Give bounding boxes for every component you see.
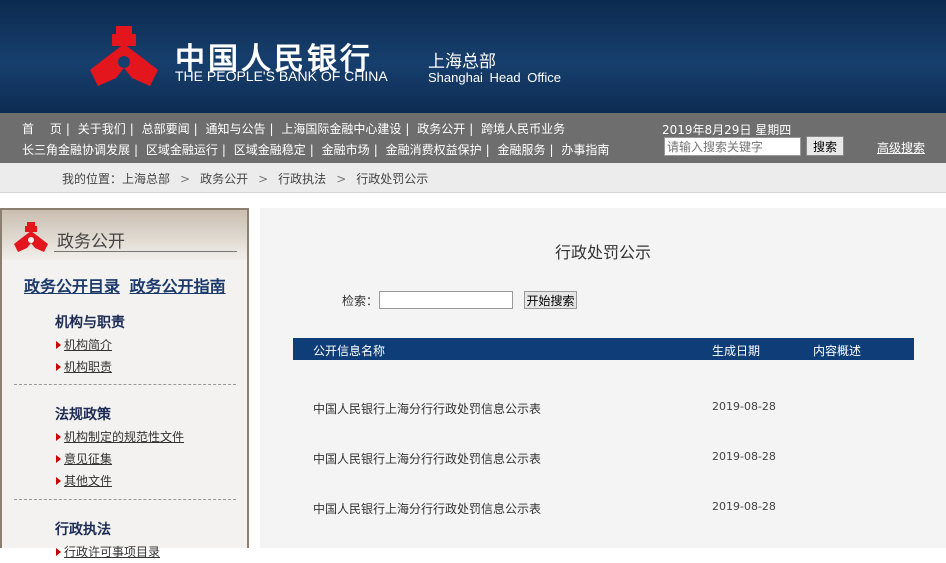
nav-news[interactable]: 总部要闻 [142,122,190,136]
breadcrumb-item[interactable]: 行政执法 [278,172,326,186]
page-title: 行政处罚公示 [554,243,651,262]
nav-services[interactable]: 金融服务 [497,143,545,157]
sidebar-item[interactable]: 其他文件 [55,470,184,492]
sidebar-section: 法规政策 机构制定的规范性文件 意见征集 其他文件 [55,404,184,492]
sidebar-section: 机构与职责 机构简介 机构职责 [55,312,125,378]
sidebar-item[interactable]: 行政许可事项目录 [55,541,160,563]
search-label: 检索： [342,294,379,308]
breadcrumb-item[interactable]: 政务公开 [200,172,248,186]
nav-regional-operation[interactable]: 区域金融运行 [146,143,218,157]
search-input[interactable] [664,137,801,156]
sidebar-item[interactable]: 意见征集 [55,448,184,470]
sidebar-item[interactable]: 机构简介 [55,334,125,356]
sidebar-title: 政务公开 [57,232,125,252]
row-title-link[interactable]: 中国人民银行上海分行行政处罚信息公示表 [313,502,541,516]
nav-home[interactable]: 首 页 [22,122,62,136]
table-row: 中国人民银行上海分行行政处罚信息公示表 2019-08-28 [313,400,776,416]
sidebar-item[interactable]: 机构制定的规范性文件 [55,426,184,448]
sidebar: 政务公开 政务公开目录 政务公开指南 机构与职责 机构简介 机构职责 法规政策 … [0,208,249,559]
nav-consumer-protection[interactable]: 金融消费权益保护 [386,143,482,157]
breadcrumb-item[interactable]: 上海总部 [122,172,170,186]
sidebar-top-links: 政务公开目录 政务公开指南 [24,273,230,297]
nav-yangtze-delta[interactable]: 长三角金融协调发展 [22,143,130,157]
branch-name-en: Shanghai Head Office [428,70,561,85]
nav-guide[interactable]: 办事指南 [561,143,609,157]
advanced-search-link[interactable]: 高级搜索 [877,139,925,156]
breadcrumb-prefix: 我的位置： [62,172,123,186]
breadcrumb: 我的位置：上海总部 > 政务公开 > 行政执法 > 行政处罚公示 [0,163,946,193]
breadcrumb-item[interactable]: 行政处罚公示 [356,172,428,186]
nav-regional-stability[interactable]: 区域金融稳定 [234,143,306,157]
start-search-button[interactable]: 开始搜索 [524,291,577,309]
gov-catalog-link[interactable]: 政务公开目录 [24,277,120,296]
site-header: 中国人民银行 THE PEOPLE'S BANK OF CHINA 上海总部 S… [0,0,946,113]
nav-row-1: 首 页 | 关于我们 | 总部要闻 | 通知与公告 | 上海国际金融中心建设 | 政务公开… [22,122,566,136]
nav-cross-border-rmb[interactable]: 跨境人民币业务 [481,122,565,136]
nav-about[interactable]: 关于我们 [78,122,126,136]
table-row: 中国人民银行上海分行行政处罚信息公示表 2019-08-28 [313,450,776,466]
search-button[interactable]: 搜索 [806,136,844,156]
sidebar-section: 行政执法 行政许可事项目录 [55,519,160,563]
pboc-logo-icon [90,26,158,86]
bank-name-en: THE PEOPLE'S BANK OF CHINA [175,68,388,84]
row-title-link[interactable]: 中国人民银行上海分行行政处罚信息公示表 [313,402,541,416]
sidebar-item[interactable]: 机构职责 [55,356,125,378]
row-title-link[interactable]: 中国人民银行上海分行行政处罚信息公示表 [313,452,541,466]
nav-notices[interactable]: 通知与公告 [205,122,265,136]
main-content: 行政处罚公示 检索： 开始搜索 公开信息名称 生成日期 内容概述 中国人民银行上… [260,208,946,548]
nav-markets[interactable]: 金融市场 [322,143,370,157]
table-row: 中国人民银行上海分行行政处罚信息公示表 2019-08-28 [313,500,776,516]
nav-financial-center[interactable]: 上海国际金融中心建设 [281,122,401,136]
table-header: 公开信息名称 生成日期 内容概述 [293,338,914,360]
keyword-input[interactable] [379,291,513,309]
branch-name-cn: 上海总部 [428,52,496,72]
nav-gov-affairs[interactable]: 政务公开 [417,122,465,136]
main-nav: 首 页 | 关于我们 | 总部要闻 | 通知与公告 | 上海国际金融中心建设 | 政务公开… [0,113,946,163]
current-date: 2019年8月29日 星期四 [662,123,792,137]
gov-guide-link[interactable]: 政务公开指南 [130,277,226,296]
nav-row-2: 长三角金融协调发展 | 区域金融运行 | 区域金融稳定 | 金融市场 | 金融消费权益保… [22,143,610,157]
pboc-logo-small-icon [14,222,48,252]
